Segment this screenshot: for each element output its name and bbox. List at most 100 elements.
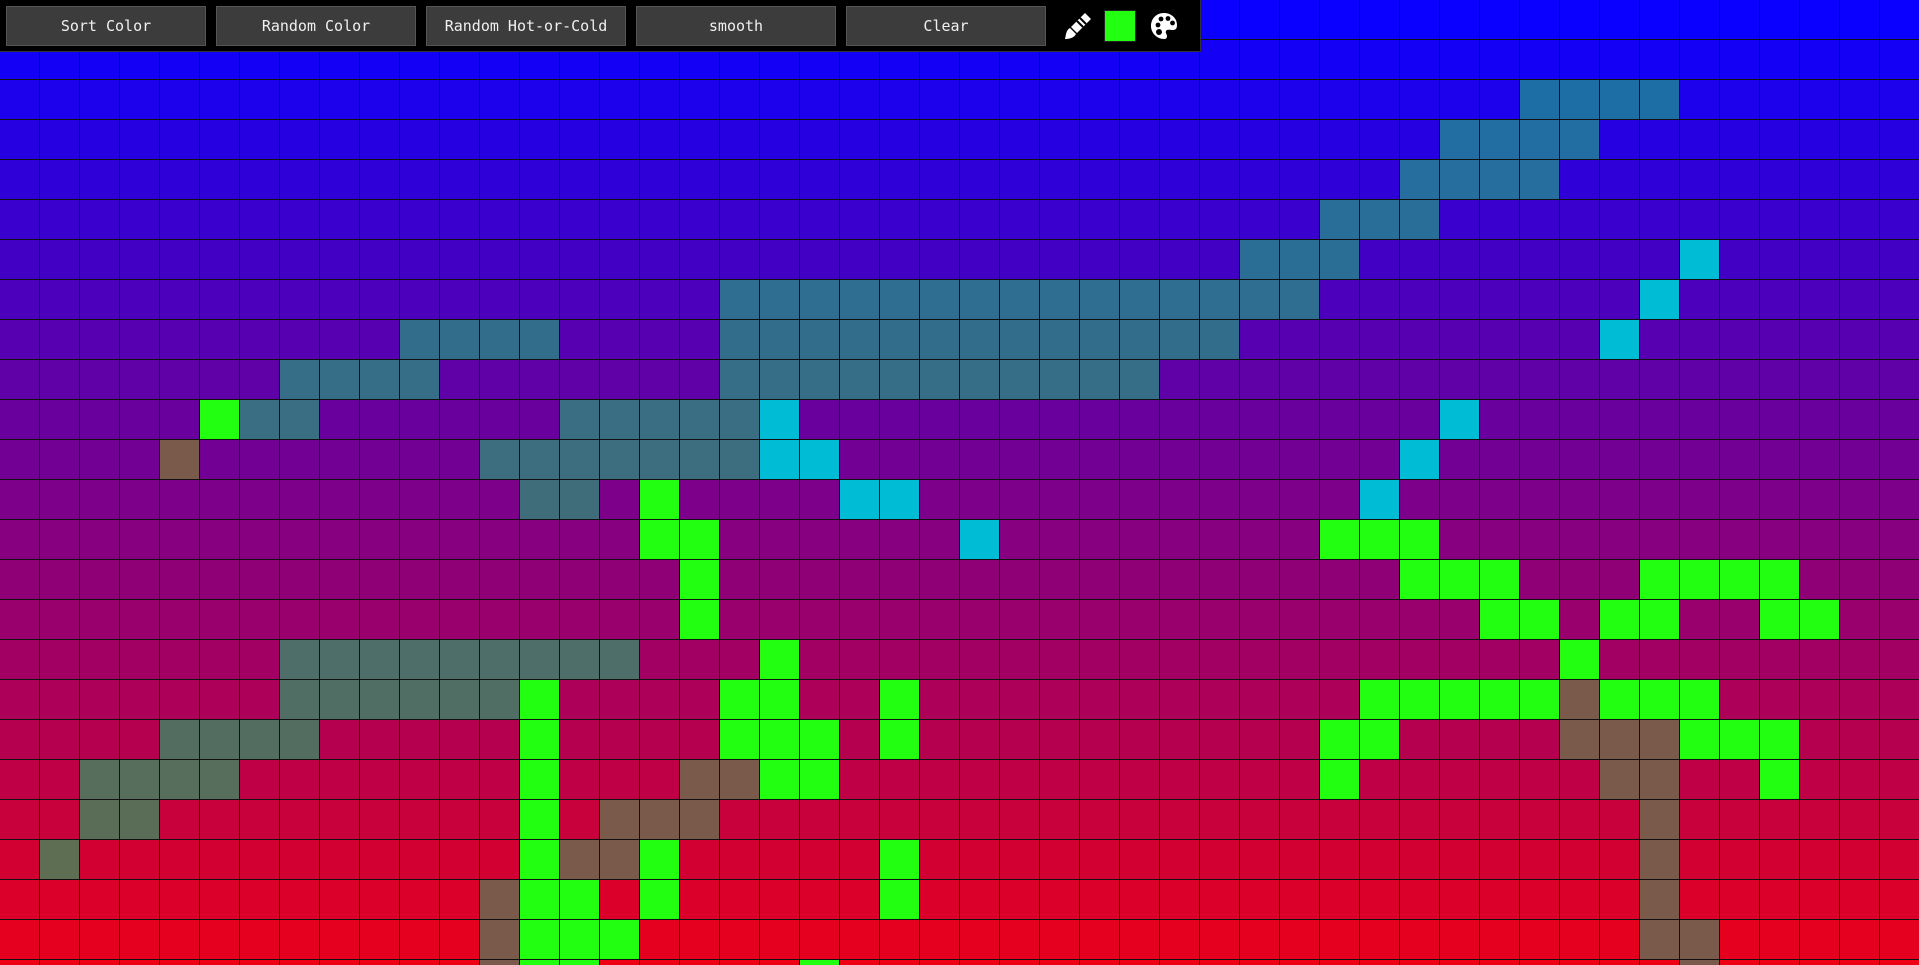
grid-cell[interactable]	[680, 280, 720, 320]
grid-cell[interactable]	[0, 800, 40, 840]
grid-cell[interactable]	[1880, 320, 1919, 360]
grid-cell[interactable]	[1120, 720, 1160, 760]
grid-cell[interactable]	[440, 720, 480, 760]
grid-cell[interactable]	[1600, 880, 1640, 920]
grid-cell[interactable]	[920, 920, 960, 960]
grid-cell[interactable]	[200, 680, 240, 720]
grid-cell[interactable]	[440, 160, 480, 200]
grid-cell[interactable]	[360, 960, 400, 965]
grid-cell[interactable]	[1160, 440, 1200, 480]
grid-cell[interactable]	[1440, 360, 1480, 400]
grid-cell[interactable]	[1720, 120, 1760, 160]
grid-cell[interactable]	[720, 800, 760, 840]
grid-cell[interactable]	[1800, 920, 1840, 960]
grid-cell[interactable]	[680, 320, 720, 360]
grid-cell[interactable]	[1760, 920, 1800, 960]
grid-cell[interactable]	[1800, 600, 1840, 640]
grid-cell[interactable]	[640, 760, 680, 800]
grid-cell[interactable]	[360, 80, 400, 120]
grid-cell[interactable]	[120, 840, 160, 880]
grid-cell[interactable]	[760, 800, 800, 840]
grid-cell[interactable]	[240, 480, 280, 520]
grid-cell[interactable]	[1120, 880, 1160, 920]
grid-cell[interactable]	[1720, 720, 1760, 760]
grid-cell[interactable]	[1320, 240, 1360, 280]
grid-cell[interactable]	[1840, 640, 1880, 680]
grid-cell[interactable]	[600, 440, 640, 480]
grid-cell[interactable]	[280, 480, 320, 520]
grid-cell[interactable]	[1160, 920, 1200, 960]
grid-cell[interactable]	[1760, 800, 1800, 840]
grid-cell[interactable]	[800, 400, 840, 440]
grid-cell[interactable]	[120, 720, 160, 760]
grid-cell[interactable]	[1200, 360, 1240, 400]
grid-cell[interactable]	[1240, 720, 1280, 760]
grid-cell[interactable]	[760, 240, 800, 280]
grid-cell[interactable]	[880, 920, 920, 960]
grid-cell[interactable]	[680, 880, 720, 920]
grid-cell[interactable]	[480, 480, 520, 520]
grid-cell[interactable]	[1600, 40, 1640, 80]
grid-cell[interactable]	[640, 320, 680, 360]
grid-cell[interactable]	[1000, 80, 1040, 120]
grid-cell[interactable]	[600, 880, 640, 920]
grid-cell[interactable]	[1520, 160, 1560, 200]
grid-cell[interactable]	[960, 360, 1000, 400]
grid-cell[interactable]	[520, 80, 560, 120]
grid-cell[interactable]	[1000, 920, 1040, 960]
grid-cell[interactable]	[1120, 680, 1160, 720]
grid-cell[interactable]	[160, 960, 200, 965]
grid-cell[interactable]	[800, 960, 840, 965]
grid-cell[interactable]	[240, 840, 280, 880]
grid-cell[interactable]	[560, 840, 600, 880]
grid-cell[interactable]	[760, 720, 800, 760]
grid-cell[interactable]	[1600, 520, 1640, 560]
grid-cell[interactable]	[800, 520, 840, 560]
grid-cell[interactable]	[1200, 840, 1240, 880]
grid-cell[interactable]	[1280, 80, 1320, 120]
grid-cell[interactable]	[1320, 720, 1360, 760]
grid-cell[interactable]	[1120, 280, 1160, 320]
grid-cell[interactable]	[1320, 0, 1360, 40]
grid-cell[interactable]	[1160, 80, 1200, 120]
grid-cell[interactable]	[1200, 120, 1240, 160]
grid-cell[interactable]	[80, 760, 120, 800]
grid-cell[interactable]	[840, 680, 880, 720]
grid-cell[interactable]	[1240, 680, 1280, 720]
grid-cell[interactable]	[160, 760, 200, 800]
grid-cell[interactable]	[1120, 800, 1160, 840]
grid-cell[interactable]	[240, 920, 280, 960]
grid-cell[interactable]	[560, 760, 600, 800]
grid-cell[interactable]	[920, 760, 960, 800]
grid-cell[interactable]	[1200, 440, 1240, 480]
grid-cell[interactable]	[960, 440, 1000, 480]
grid-cell[interactable]	[840, 320, 880, 360]
grid-cell[interactable]	[1080, 480, 1120, 520]
grid-cell[interactable]	[1640, 160, 1680, 200]
grid-cell[interactable]	[640, 280, 680, 320]
grid-cell[interactable]	[1760, 0, 1800, 40]
grid-cell[interactable]	[440, 520, 480, 560]
grid-cell[interactable]	[880, 800, 920, 840]
grid-cell[interactable]	[360, 200, 400, 240]
grid-cell[interactable]	[320, 200, 360, 240]
grid-cell[interactable]	[1440, 520, 1480, 560]
grid-cell[interactable]	[840, 800, 880, 840]
grid-cell[interactable]	[40, 160, 80, 200]
grid-cell[interactable]	[480, 200, 520, 240]
grid-cell[interactable]	[1200, 240, 1240, 280]
grid-cell[interactable]	[1600, 960, 1640, 965]
grid-cell[interactable]	[1560, 760, 1600, 800]
grid-cell[interactable]	[920, 120, 960, 160]
grid-cell[interactable]	[160, 560, 200, 600]
grid-cell[interactable]	[600, 120, 640, 160]
grid-cell[interactable]	[400, 720, 440, 760]
grid-cell[interactable]	[80, 320, 120, 360]
grid-cell[interactable]	[1480, 160, 1520, 200]
grid-cell[interactable]	[0, 840, 40, 880]
grid-cell[interactable]	[1720, 440, 1760, 480]
grid-cell[interactable]	[680, 560, 720, 600]
grid-cell[interactable]	[120, 80, 160, 120]
grid-cell[interactable]	[1760, 200, 1800, 240]
grid-cell[interactable]	[1200, 720, 1240, 760]
